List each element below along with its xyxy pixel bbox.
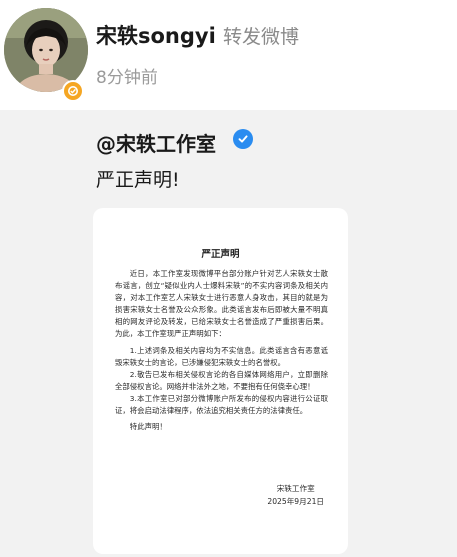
statement-date: 2025年9月21日 [267, 497, 324, 506]
repost-label: 转发微博 [223, 26, 300, 48]
post-time[interactable]: 8分钟前 [96, 63, 158, 88]
statement-signature: 宋轶工作室 [276, 484, 315, 493]
original-text: 严正声明! [96, 169, 180, 191]
avatar-container[interactable] [4, 8, 88, 102]
statement-paragraph: 近日，本工作室发现微博平台部分账户针对艺人宋轶女士散布谣言，创立“疑似业内人士爆… [115, 269, 328, 339]
statement-title: 严正声明 [201, 249, 240, 260]
post-header: 宋轶songyi 转发微博 8分钟前 [0, 0, 457, 110]
statement-paragraph: 2.敬告已发布相关侵权言论的各自媒体网络用户，立即删除全部侵权言论。网络并非法外… [115, 369, 328, 391]
original-author[interactable]: @宋轶工作室 [96, 128, 216, 157]
verified-blue-icon [233, 129, 253, 149]
statement-signature-block: 宋轶工作室 2025年9月21日 [267, 482, 324, 508]
statement-paragraph: 1.上述词条及相关内容均为不实信息。此类谣言含有恶意诋毁宋轶女士的言论，已涉嫌侵… [115, 345, 328, 367]
statement-paragraph: 特此声明！ [129, 422, 167, 432]
verified-badge-icon [62, 80, 84, 102]
statement-body: 近日，本工作室发现微博平台部分账户针对艺人宋轶女士散布谣言，创立“疑似业内人士爆… [115, 268, 328, 433]
username[interactable]: 宋轶songyi [96, 20, 216, 50]
statement-paragraph: 3.本工作室已对部分微博账户所发布的侵权内容进行公证取证，将会启动法律程序，依法… [115, 393, 328, 416]
quoted-post[interactable]: @宋轶工作室 严正声明! 严正声明 近日，本工作室发现微博平台部分账户针对艺人宋… [0, 110, 457, 557]
statement-image[interactable]: 严正声明 近日，本工作室发现微博平台部分账户针对艺人宋轶女士散布谣言，创立“疑似… [93, 208, 348, 554]
